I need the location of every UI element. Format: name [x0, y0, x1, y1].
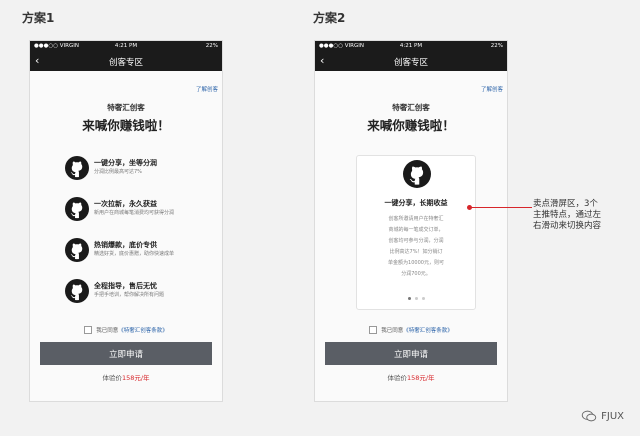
feature-title: 一键分享，坐等分润 [94, 159, 157, 167]
card-body-line: 创客均可参与分润，分润 [388, 238, 444, 244]
card-body-line: 比例高达7%！如分销订 [389, 249, 443, 255]
nav-bar: ‹ 创客专区 [30, 52, 222, 71]
watermark: FJUX [581, 410, 624, 422]
agree-checkbox[interactable] [369, 326, 378, 334]
brand-subtitle: 特奢汇创客 [107, 103, 145, 112]
learn-creator-link[interactable]: 了解创客 [481, 85, 503, 93]
github-icon [403, 160, 431, 188]
github-icon [65, 279, 89, 303]
feature-desc: 新用户在商城每笔消费均可获得分润 [94, 210, 175, 216]
apply-button[interactable]: 立即申请 [40, 342, 212, 365]
agree-prefix: 我已同意 [381, 328, 404, 334]
scheme2-label: 方案2 [313, 11, 346, 25]
price-amount: 158元/年 [121, 374, 150, 382]
price-prefix: 体验价 [102, 374, 122, 382]
carousel-dots [357, 297, 475, 300]
wechat-icon [581, 410, 597, 422]
status-bar: ●●●○○ VIRGIN 4:21 PM 22% [315, 41, 507, 52]
learn-creator-link[interactable]: 了解创客 [196, 85, 218, 93]
agreement-row: 我已同意 《特奢汇创客条款》 [30, 326, 222, 334]
feature-item: 热销爆款，底价专供 精选好货，底价惠赠，助你快速成单 [65, 238, 215, 279]
status-time: 4:21 PM [399, 43, 423, 49]
battery-indicator: 22% [205, 43, 218, 49]
phone-mockup-scheme1: ●●●○○ VIRGIN 4:21 PM 22% ‹ 创客专区 了解创客 特奢汇… [29, 40, 223, 402]
feature-list: 一键分享，坐等分润 分润比例最高可达7% 一次拉新，永久获益 新用户在商城每笔消… [65, 156, 215, 320]
terms-link[interactable]: 《特奢汇创客条款》 [118, 326, 168, 334]
scheme1-label: 方案1 [22, 11, 55, 25]
feature-title: 全程指导，售后无忧 [94, 282, 157, 290]
github-icon [65, 156, 89, 180]
feature-desc: 手把手培训，帮你解决所有问题 [94, 292, 165, 298]
selling-point-carousel-card[interactable]: 一键分享，长期收益 创客所邀请用户在特奢汇 商城的每一笔成交订单， 创客均可参与… [356, 155, 476, 310]
page-headline: 来喊你赚钱啦！ [82, 118, 170, 133]
carousel-dot[interactable] [421, 297, 425, 300]
agree-checkbox[interactable] [84, 326, 93, 334]
brand-subtitle: 特奢汇创客 [392, 103, 430, 112]
price-row: 体验价158元/年 [30, 372, 222, 382]
feature-item: 一键分享，坐等分润 分润比例最高可达7% [65, 156, 215, 197]
price-row: 体验价158元/年 [315, 372, 507, 382]
status-bar: ●●●○○ VIRGIN 4:21 PM 22% [30, 41, 222, 52]
nav-bar: ‹ 创客专区 [315, 52, 507, 71]
status-time: 4:21 PM [114, 43, 138, 49]
apply-button[interactable]: 立即申请 [325, 342, 497, 365]
feature-desc: 分润比例最高可达7% [94, 169, 142, 175]
github-icon [65, 197, 89, 221]
page-headline: 来喊你赚钱啦！ [367, 118, 455, 133]
terms-link[interactable]: 《特奢汇创客条款》 [403, 326, 453, 334]
feature-title: 热销爆款，底价专供 [94, 241, 157, 249]
battery-indicator: 22% [490, 43, 503, 49]
nav-title: 创客专区 [108, 58, 143, 68]
feature-item: 全程指导，售后无忧 手把手培训，帮你解决所有问题 [65, 279, 215, 320]
price-prefix: 体验价 [387, 374, 407, 382]
phone-mockup-scheme2: ●●●○○ VIRGIN 4:21 PM 22% ‹ 创客专区 了解创客 特奢汇… [314, 40, 508, 402]
feature-title: 一次拉新，永久获益 [94, 200, 157, 208]
agreement-row: 我已同意 《特奢汇创客条款》 [315, 326, 507, 334]
annotation-text: 卖点滑屏区，3个主推特点，通过左右滑动来切换内容 [533, 199, 602, 231]
annotation-leader-line [470, 207, 532, 208]
feature-desc: 精选好货，底价惠赠，助你快速成单 [94, 251, 175, 257]
feature-item: 一次拉新，永久获益 新用户在商城每笔消费均可获得分润 [65, 197, 215, 238]
price-amount: 158元/年 [406, 374, 435, 382]
carousel-dot[interactable] [414, 297, 418, 300]
agree-prefix: 我已同意 [96, 328, 119, 334]
card-body-line: 分润700元。 [401, 271, 431, 277]
card-body-line: 商城的每一笔成交订单， [388, 227, 444, 233]
card-body-line: 创客所邀请用户在特奢汇 [388, 216, 444, 222]
nav-title: 创客专区 [393, 58, 428, 68]
card-body: 创客所邀请用户在特奢汇 商城的每一笔成交订单， 创客均可参与分润，分润 比例高达… [371, 214, 461, 280]
card-body-line: 单金额为10000元，则可 [388, 260, 444, 266]
card-title: 一键分享，长期收益 [384, 199, 448, 207]
github-icon [65, 238, 89, 262]
watermark-text: FJUX [601, 410, 624, 422]
carousel-dot-active[interactable] [407, 297, 411, 300]
